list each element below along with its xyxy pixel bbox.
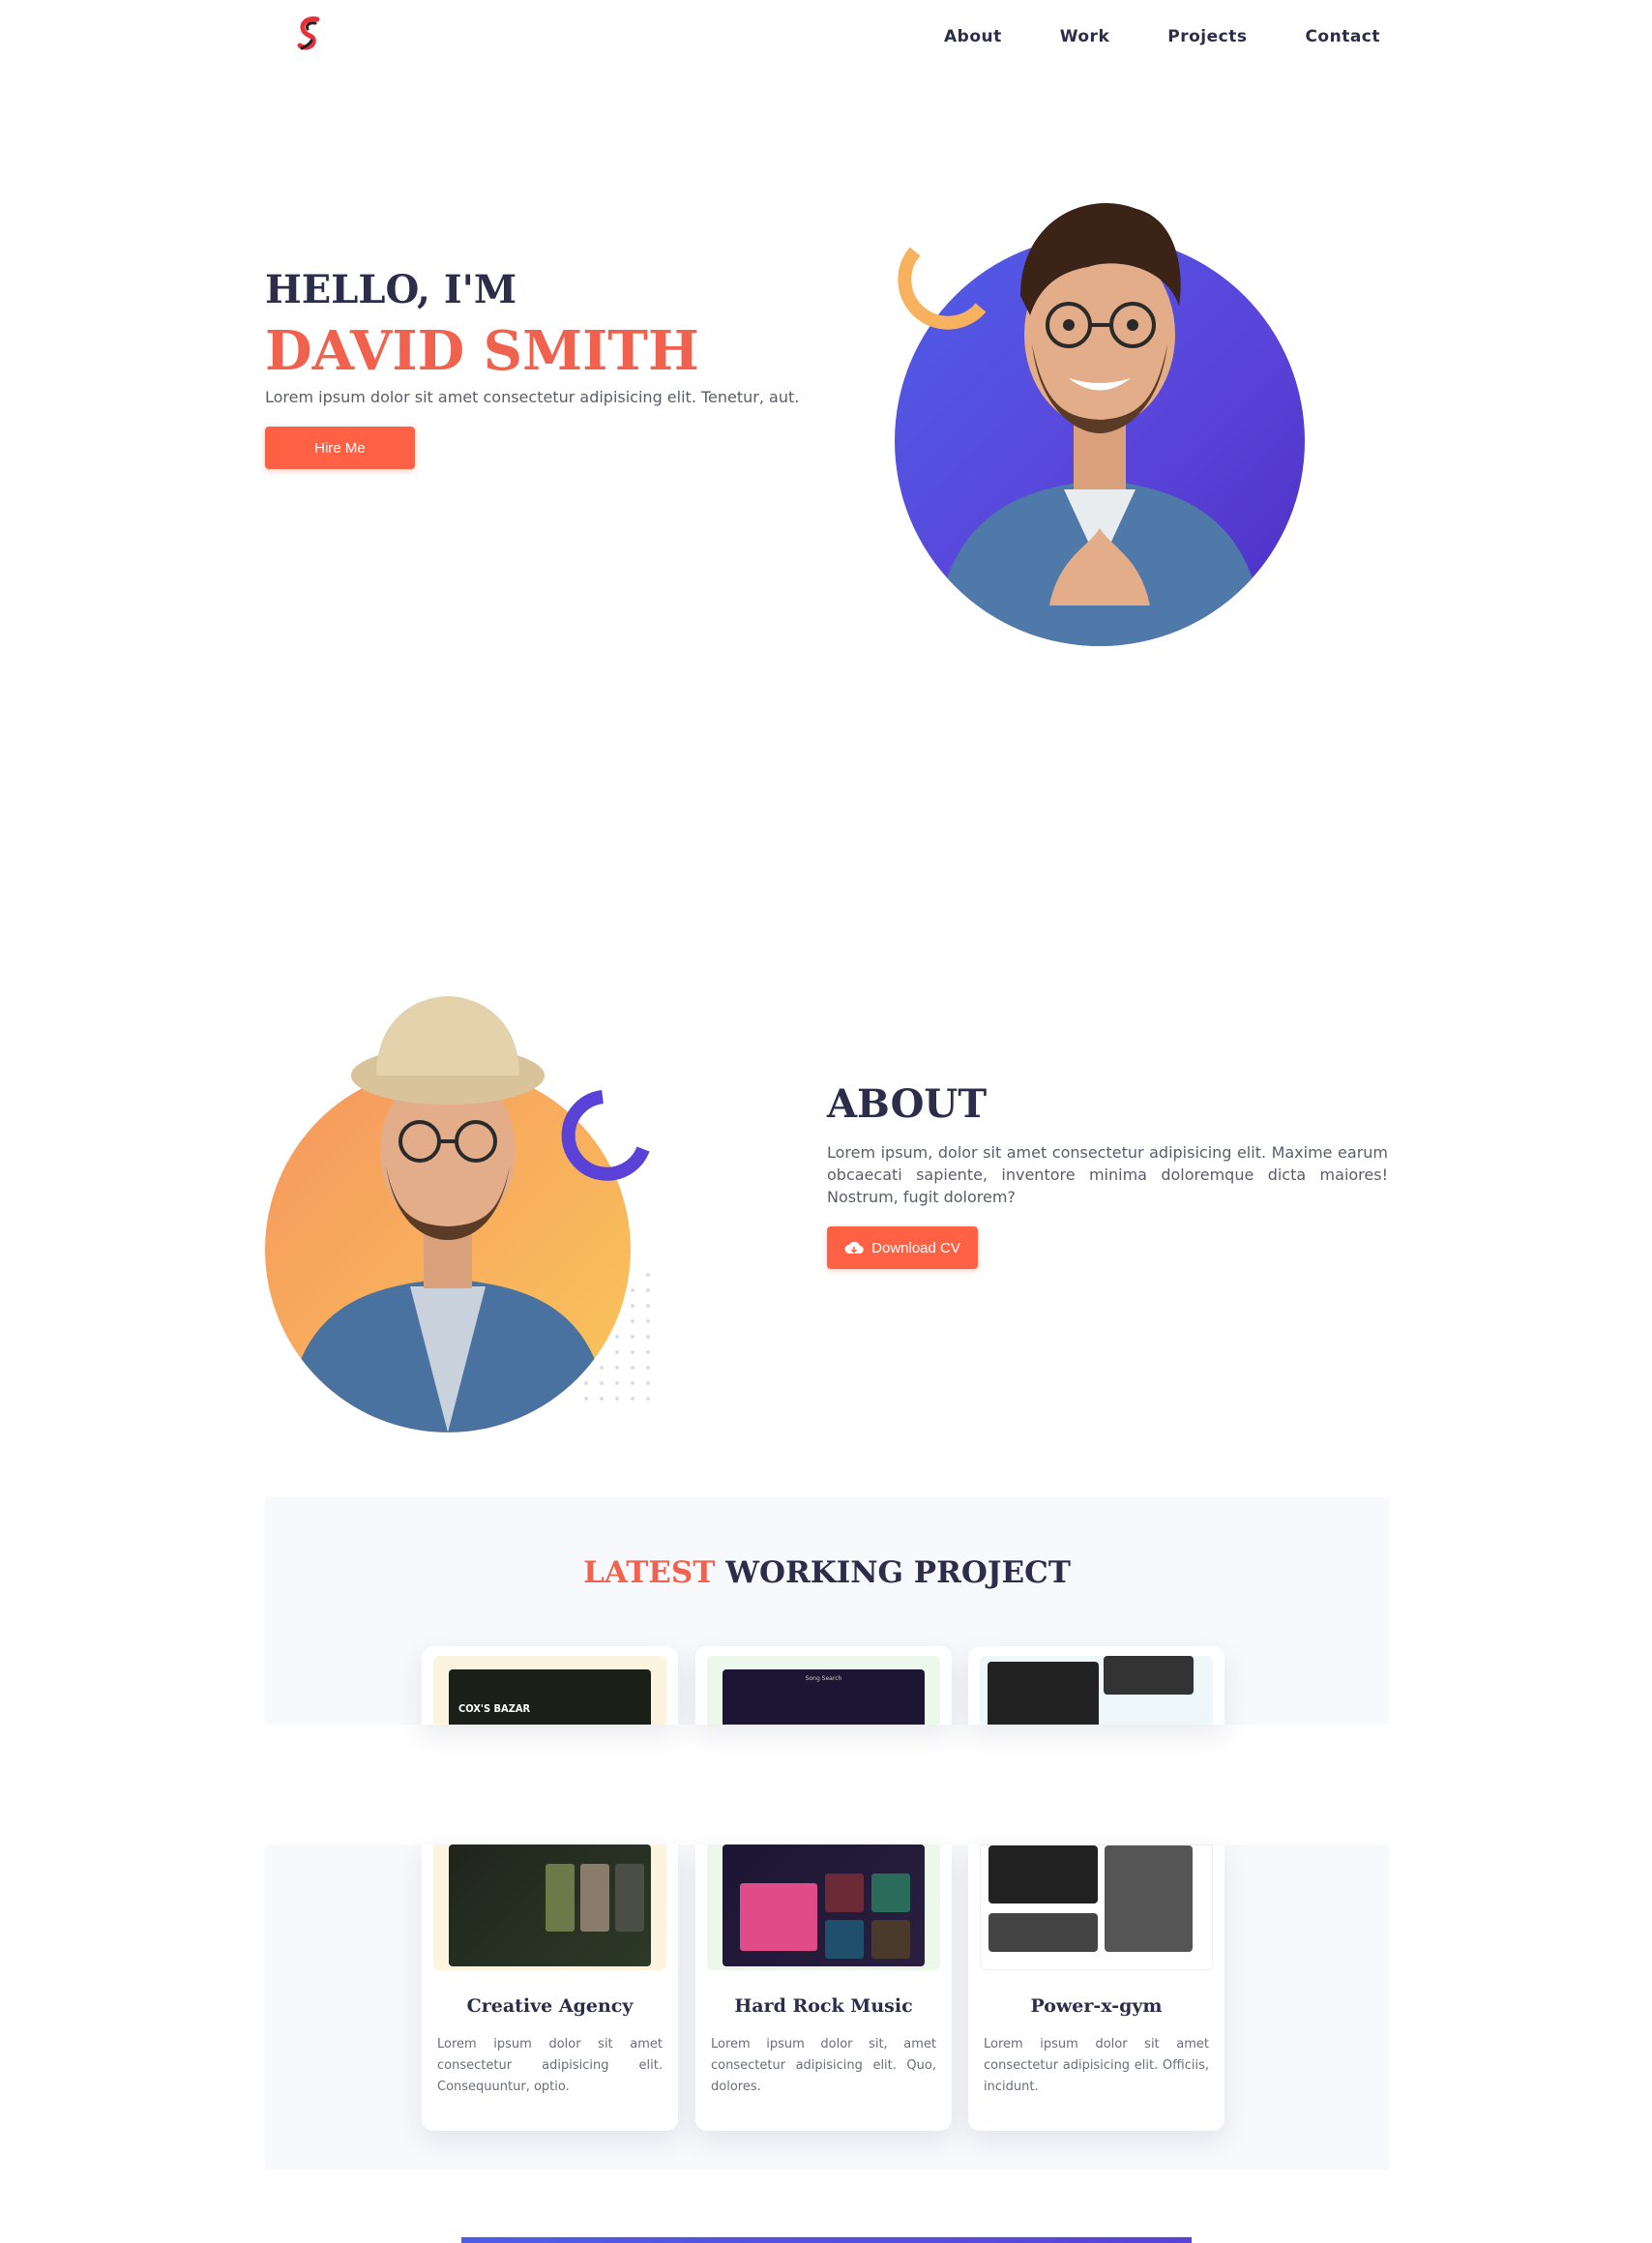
nav-contact[interactable]: Contact	[1305, 27, 1380, 46]
thumbnail-screen	[988, 1845, 1098, 1904]
project-card-creative-agency[interactable]: Creative Agency Lorem ipsum dolor sit am…	[422, 1845, 678, 2131]
about-title: ABOUT	[827, 1081, 988, 1127]
project-card-top-3	[968, 1646, 1224, 1725]
thumbnail-caption: Song Search	[805, 1675, 842, 1682]
projects-heading-accent: LATEST	[583, 1555, 716, 1590]
nav-work[interactable]: Work	[1060, 27, 1110, 46]
project-thumbnail	[707, 1845, 940, 1970]
download-cv-button[interactable]: Download CV	[827, 1226, 978, 1269]
purple-arc-decoration	[561, 1090, 650, 1181]
footer-accent-bar	[461, 2237, 1192, 2243]
main-nav: About Work Projects Contact	[944, 27, 1438, 46]
hero-greeting: HELLO, I'M	[265, 267, 517, 312]
thumbnail-screen	[1104, 1656, 1194, 1695]
thumbnail-screen	[988, 1913, 1098, 1952]
hero-portrait-image	[933, 203, 1266, 646]
project-title: Creative Agency	[466, 1995, 634, 2017]
hero-name: DAVID SMITH	[265, 319, 699, 383]
project-card-hard-rock-music[interactable]: Hard Rock Music Lorem ipsum dolor sit, a…	[695, 1845, 952, 2131]
project-description: Lorem ipsum dolor sit amet consectetur a…	[984, 2037, 1209, 2094]
brand-logo-icon[interactable]	[290, 14, 329, 62]
about-description: Lorem ipsum, dolor sit amet consectetur …	[827, 1143, 1388, 1206]
thumbnail-caption: COX'S BAZAR	[458, 1702, 531, 1715]
thumbnail-screen	[723, 1845, 925, 1966]
nav-about[interactable]: About	[944, 27, 1002, 46]
projects-heading: LATEST WORKING PROJECT	[265, 1555, 1389, 1590]
project-card-top-1: COX'S BAZAR	[422, 1646, 678, 1725]
project-title: Power-x-gym	[1030, 1995, 1163, 2017]
hero-tagline: Lorem ipsum dolor sit amet consectetur a…	[265, 388, 800, 406]
thumbnail-screen	[449, 1845, 651, 1966]
thumbnail-screen: COX'S BAZAR	[449, 1669, 651, 1725]
dot-grid-decoration	[584, 1273, 650, 1401]
cloud-download-icon	[844, 1241, 864, 1254]
thumbnail-screen	[1105, 1845, 1193, 1952]
project-thumbnail: COX'S BAZAR	[433, 1656, 666, 1725]
project-card-power-x-gym[interactable]: Power-x-gym Lorem ipsum dolor sit amet c…	[968, 1845, 1224, 2131]
project-description: Lorem ipsum dolor sit amet consectetur a…	[437, 2037, 663, 2094]
nav-projects[interactable]: Projects	[1167, 27, 1247, 46]
project-thumbnail	[980, 1656, 1213, 1725]
download-cv-label: Download CV	[871, 1239, 960, 1256]
thumbnail-screen: Song Search	[723, 1669, 925, 1725]
thumbnail-screen	[988, 1662, 1099, 1725]
project-description: Lorem ipsum dolor sit, amet consectetur …	[711, 2037, 936, 2094]
projects-heading-rest: WORKING PROJECT	[725, 1555, 1071, 1590]
project-card-top-2: Song Search	[695, 1646, 952, 1725]
hire-me-button[interactable]: Hire Me	[265, 427, 415, 469]
project-thumbnail	[433, 1845, 666, 1970]
project-thumbnail	[980, 1845, 1213, 1970]
project-thumbnail: Song Search	[707, 1656, 940, 1725]
project-title: Hard Rock Music	[734, 1995, 913, 2017]
